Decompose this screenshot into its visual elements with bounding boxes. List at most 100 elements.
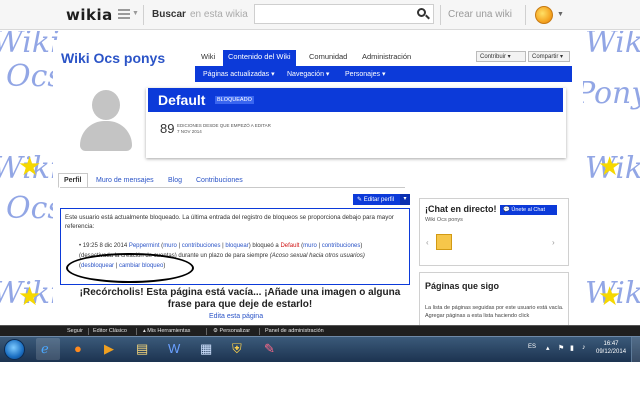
search-icon[interactable] <box>417 8 426 17</box>
followed-pages-title: Páginas que sigo <box>425 281 500 291</box>
subnav-label: Páginas actualizadas <box>203 71 270 78</box>
word-icon[interactable]: W <box>168 341 180 356</box>
wiki-subnavigation: Páginas actualizadas ▾ Navegación ▾ Pers… <box>195 66 572 82</box>
start-button[interactable] <box>4 339 25 360</box>
background-watermark: Ponys <box>575 76 640 111</box>
subnav-item-navegacion[interactable]: Navegación ▾ <box>287 70 329 78</box>
share-button[interactable]: Compartir ▾ <box>528 51 570 62</box>
blocked-badge: BLOQUEADO <box>215 96 254 104</box>
security-shield-icon[interactable]: ⛨ <box>232 341 242 357</box>
hand-drawn-ellipse <box>66 253 194 283</box>
network-icon[interactable]: ▦ <box>200 341 212 357</box>
share-button-label: Compartir <box>532 54 559 60</box>
divider <box>525 5 526 25</box>
search-input[interactable] <box>254 4 434 24</box>
star-decoration-icon: ★ <box>598 281 622 311</box>
chevron-down-icon[interactable]: ▼ <box>132 10 139 17</box>
join-chat-label: Únete al Chat <box>511 206 546 213</box>
search-scope-placeholder[interactable]: en esta wikia <box>190 9 248 20</box>
tab-administracion[interactable]: Administración <box>362 52 411 66</box>
tab-comunidad[interactable]: Comunidad <box>309 52 347 66</box>
user-avatar[interactable] <box>535 6 553 24</box>
wikia-toolbar: Seguir Editor Clásico ▴ Mis Herramientas… <box>0 325 640 336</box>
admin-contribs-link[interactable]: contribuciones <box>182 243 221 249</box>
clock-date: 09/12/2014 <box>596 349 627 355</box>
admin-block-link[interactable]: bloquear <box>225 243 248 249</box>
blocked-user-link[interactable]: Default <box>280 243 299 249</box>
toolbar-admin-panel[interactable]: Panel de administración <box>265 328 324 334</box>
star-decoration-icon: ★ <box>598 151 622 181</box>
tab-muro-de-mensajes[interactable]: Muro de mensajes <box>96 177 154 184</box>
blank-area <box>0 362 640 400</box>
profile-avatar[interactable] <box>78 88 134 154</box>
flag-icon[interactable]: ⚑ <box>558 344 564 352</box>
subnav-item-personajes[interactable]: Personajes ▾ <box>345 70 386 78</box>
file-explorer-icon[interactable]: ▤ <box>136 341 148 357</box>
divider <box>206 328 207 335</box>
block-action-text: bloqueó a <box>252 243 279 249</box>
avatar-head-shape <box>92 90 120 120</box>
firefox-icon[interactable]: ● <box>74 341 82 356</box>
network-tray-icon[interactable]: ▮ <box>570 344 574 352</box>
paint-icon[interactable]: ✎ <box>264 341 275 357</box>
divider <box>143 5 144 25</box>
edits-label: EDICIONES DESDE QUE EMPEZÓ A EDITAR 7 NO… <box>177 123 287 135</box>
divider <box>88 328 89 335</box>
taskbar-clock[interactable]: 16:47 09/12/2014 <box>596 340 626 356</box>
edit-profile-label: Editar perfil <box>363 197 395 203</box>
tab-wiki[interactable]: Wiki <box>201 52 215 66</box>
block-entry-time: 19:25 8 dic 2014 <box>82 243 128 249</box>
star-decoration-icon: ★ <box>18 281 42 311</box>
empty-page-heading: ¡Recórcholis! Esta página está vacía... … <box>79 287 401 310</box>
divider <box>259 328 260 335</box>
toolbar-customize[interactable]: ⚙ Personalizar <box>213 328 250 334</box>
block-reason: (Acoso sexual hacia otros usuarios) <box>269 253 365 259</box>
chevron-right-icon[interactable]: › <box>552 238 555 247</box>
tab-contribuciones[interactable]: Contribuciones <box>196 177 243 184</box>
edit-profile-dropdown[interactable]: ▾ <box>400 194 410 205</box>
toolbar-follow[interactable]: Seguir <box>67 328 83 334</box>
admin-wall-link[interactable]: muro <box>163 243 177 249</box>
toolbar-my-tools[interactable]: ▴ Mis Herramientas <box>143 328 190 334</box>
global-navigation-bar: wikia ▼ Buscar en esta wikia Crear una w… <box>0 0 640 30</box>
internet-explorer-icon[interactable]: ℯ <box>41 341 49 357</box>
chat-title: ¡Chat en directo! <box>425 204 497 214</box>
background-watermark: Wiki <box>585 31 640 60</box>
tab-blog[interactable]: Blog <box>168 177 182 184</box>
edit-page-link[interactable]: Edita esta página <box>209 313 263 320</box>
subnav-item-paginas-actualizadas[interactable]: Páginas actualizadas ▾ <box>203 70 275 78</box>
edits-since-date: 7 NOV 2014 <box>177 129 202 134</box>
tab-underline <box>60 187 405 188</box>
clock-time: 16:47 <box>603 341 619 347</box>
chevron-left-icon[interactable]: ‹ <box>426 238 429 247</box>
profile-name-bar <box>148 88 563 112</box>
contribute-button-label: Contribuir <box>480 54 507 60</box>
target-wall-link[interactable]: muro <box>303 243 317 249</box>
tab-perfil[interactable]: Perfil <box>64 177 82 184</box>
windows-taskbar <box>0 336 640 362</box>
wikia-logo[interactable]: wikia <box>66 6 113 24</box>
block-admin-link[interactable]: Peppermint <box>129 243 160 249</box>
chevron-down-icon[interactable]: ▼ <box>557 11 564 18</box>
subnav-label: Personajes <box>345 71 381 78</box>
hamburger-menu-icon[interactable] <box>118 9 130 19</box>
keyboard-language[interactable]: ES <box>528 344 536 350</box>
media-player-icon[interactable]: ▶ <box>104 341 114 357</box>
wiki-title[interactable]: Wiki Ocs ponys <box>61 50 165 66</box>
toolbar-classic-editor[interactable]: Editor Clásico <box>93 328 127 334</box>
tray-arrow-icon[interactable]: ▴ <box>546 344 550 352</box>
chat-user-avatar[interactable] <box>436 234 452 250</box>
volume-icon[interactable]: ♪ <box>582 344 586 351</box>
show-desktop-button[interactable] <box>631 337 640 362</box>
contribute-button[interactable]: Contribuir ▾ <box>476 51 526 62</box>
background-watermark: Wiki <box>0 31 60 60</box>
chat-wiki-name: Wiki Ocs ponys <box>425 217 463 223</box>
edits-count: 89 <box>160 121 175 136</box>
join-chat-button[interactable]: 💬 Únete al Chat <box>500 205 557 215</box>
target-contribs-link[interactable]: contribuciones <box>322 243 361 249</box>
avatar-body-shape <box>80 121 132 151</box>
tab-contenido-del-wiki[interactable]: Contenido del Wiki <box>223 50 296 66</box>
star-decoration-icon: ★ <box>18 151 42 181</box>
followed-pages-text: La lista de páginas seguidas por este us… <box>425 305 564 319</box>
create-wiki-link[interactable]: Crear una wiki <box>448 9 512 20</box>
